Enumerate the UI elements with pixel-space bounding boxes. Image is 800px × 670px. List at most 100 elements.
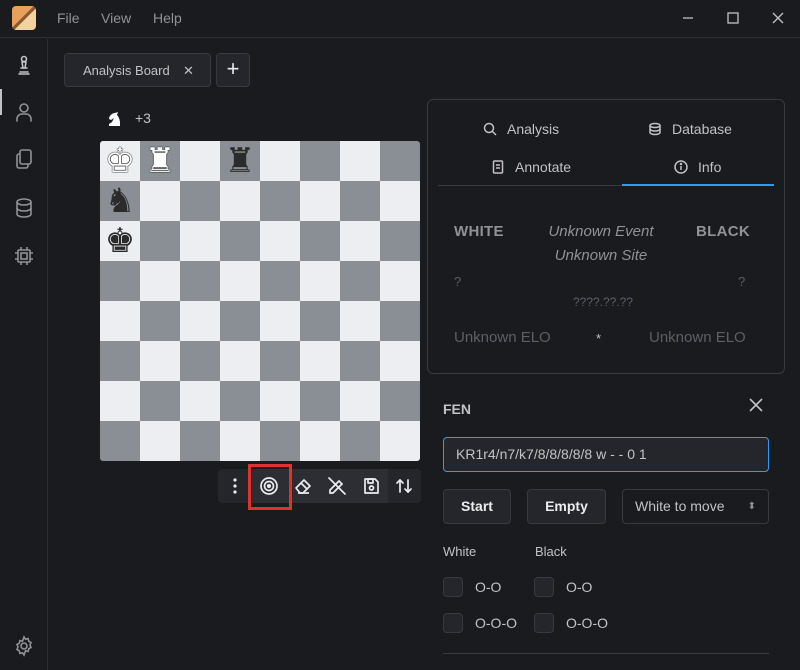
square-d4[interactable] (220, 301, 260, 341)
black-elo[interactable]: Unknown ELO (649, 329, 746, 346)
square-b1[interactable] (140, 421, 180, 461)
square-b2[interactable] (140, 381, 180, 421)
tab-analysis[interactable]: Analysis (483, 111, 559, 147)
square-g4[interactable] (340, 301, 380, 341)
menu-view[interactable]: View (101, 10, 131, 26)
square-h7[interactable] (380, 181, 420, 221)
square-b4[interactable] (140, 301, 180, 341)
square-b8[interactable]: ♜ (140, 141, 180, 181)
piece-a8[interactable]: ♚ (102, 143, 138, 179)
empty-button[interactable]: Empty (527, 489, 606, 524)
close-icon[interactable] (746, 395, 766, 415)
square-h1[interactable] (380, 421, 420, 461)
white-player-name[interactable]: ? (454, 274, 461, 289)
square-a7[interactable]: ♞ (100, 181, 140, 221)
square-c2[interactable] (180, 381, 220, 421)
chess-pawn-icon[interactable] (12, 53, 36, 77)
square-g5[interactable] (340, 261, 380, 301)
menu-file[interactable]: File (57, 10, 80, 26)
chess-board[interactable]: ♚ ♜ ♜ ♞ ♚ (100, 141, 420, 461)
square-e4[interactable] (260, 301, 300, 341)
square-f8[interactable] (300, 141, 340, 181)
square-g2[interactable] (340, 381, 380, 421)
square-g8[interactable] (340, 141, 380, 181)
arrows-up-down-icon[interactable] (387, 469, 421, 503)
square-d2[interactable] (220, 381, 260, 421)
minimize-icon[interactable] (678, 8, 698, 28)
square-a1[interactable] (100, 421, 140, 461)
square-d8[interactable]: ♜ (220, 141, 260, 181)
square-g6[interactable] (340, 221, 380, 261)
square-c6[interactable] (180, 221, 220, 261)
square-a3[interactable] (100, 341, 140, 381)
start-button[interactable]: Start (443, 489, 511, 524)
square-h6[interactable] (380, 221, 420, 261)
piece-a7[interactable]: ♞ (102, 183, 138, 219)
add-tab-button[interactable]: + (216, 53, 250, 87)
user-icon[interactable] (12, 100, 36, 124)
square-d7[interactable] (220, 181, 260, 221)
square-b5[interactable] (140, 261, 180, 301)
piece-d8[interactable]: ♜ (222, 143, 258, 179)
white-long-castle-checkbox[interactable] (443, 613, 463, 633)
square-d6[interactable] (220, 221, 260, 261)
square-e3[interactable] (260, 341, 300, 381)
square-e1[interactable] (260, 421, 300, 461)
white-short-castle-checkbox[interactable] (443, 577, 463, 597)
square-c1[interactable] (180, 421, 220, 461)
square-b6[interactable] (140, 221, 180, 261)
square-d1[interactable] (220, 421, 260, 461)
tab-database[interactable]: Database (648, 111, 732, 147)
square-a4[interactable] (100, 301, 140, 341)
square-f2[interactable] (300, 381, 340, 421)
black-short-castle-checkbox[interactable] (534, 577, 554, 597)
game-date[interactable]: ????.??.?? (548, 295, 658, 309)
square-f5[interactable] (300, 261, 340, 301)
dots-vertical-icon[interactable] (218, 469, 252, 503)
site-name[interactable]: Unknown Site (538, 247, 664, 264)
tab-close-icon[interactable]: ✕ (183, 63, 194, 79)
close-icon[interactable] (768, 8, 788, 28)
game-result[interactable]: * (596, 331, 601, 346)
square-g3[interactable] (340, 341, 380, 381)
fen-input[interactable]: KR1r4/n7/k7/8/8/8/8/8 w - - 0 1 (443, 437, 769, 472)
square-f6[interactable] (300, 221, 340, 261)
piece-b8[interactable]: ♜ (142, 143, 178, 179)
square-f1[interactable] (300, 421, 340, 461)
square-a8[interactable]: ♚ (100, 141, 140, 181)
square-f3[interactable] (300, 341, 340, 381)
gear-icon[interactable] (12, 634, 36, 658)
tab-analysis-board[interactable]: Analysis Board ✕ (64, 53, 211, 87)
black-long-castle-checkbox[interactable] (534, 613, 554, 633)
square-b7[interactable] (140, 181, 180, 221)
square-d5[interactable] (220, 261, 260, 301)
square-d3[interactable] (220, 341, 260, 381)
maximize-icon[interactable] (723, 8, 743, 28)
save-icon[interactable] (354, 469, 388, 503)
files-icon[interactable] (12, 147, 36, 171)
square-c7[interactable] (180, 181, 220, 221)
tab-annotate[interactable]: Annotate (491, 149, 571, 185)
square-c3[interactable] (180, 341, 220, 381)
pencil-off-icon[interactable] (320, 469, 354, 503)
cpu-icon[interactable] (12, 244, 36, 268)
square-g1[interactable] (340, 421, 380, 461)
square-h3[interactable] (380, 341, 420, 381)
square-a6[interactable]: ♚ (100, 221, 140, 261)
database-icon[interactable] (12, 196, 36, 220)
menu-help[interactable]: Help (153, 10, 182, 26)
square-h4[interactable] (380, 301, 420, 341)
square-c8[interactable] (180, 141, 220, 181)
square-e5[interactable] (260, 261, 300, 301)
square-h8[interactable] (380, 141, 420, 181)
square-e6[interactable] (260, 221, 300, 261)
square-e2[interactable] (260, 381, 300, 421)
square-e8[interactable] (260, 141, 300, 181)
square-c4[interactable] (180, 301, 220, 341)
square-f7[interactable] (300, 181, 340, 221)
square-e7[interactable] (260, 181, 300, 221)
square-c5[interactable] (180, 261, 220, 301)
square-g7[interactable] (340, 181, 380, 221)
square-h2[interactable] (380, 381, 420, 421)
event-name[interactable]: Unknown Event (538, 223, 664, 240)
